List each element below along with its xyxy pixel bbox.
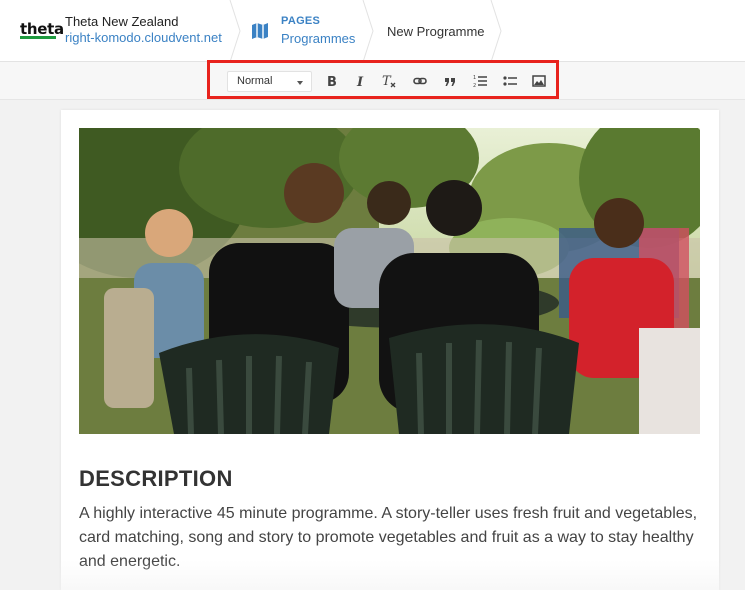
breadcrumb-separator — [362, 0, 374, 62]
breadcrumb-separator — [490, 0, 502, 62]
format-dropdown[interactable]: Normal — [227, 71, 312, 92]
site-url-link[interactable]: right-komodo.cloudvent.net — [65, 30, 222, 45]
clear-format-icon[interactable]: T — [380, 72, 398, 90]
svg-text:2: 2 — [473, 83, 476, 88]
italic-icon[interactable]: I — [352, 72, 370, 90]
breadcrumb-pages[interactable]: PAGES — [281, 15, 320, 27]
top-bar: theta Theta New Zealand right-komodo.clo… — [0, 0, 745, 62]
image-icon[interactable] — [530, 72, 548, 90]
content-card: DESCRIPTION A highly interactive 45 minu… — [61, 110, 719, 590]
quote-icon[interactable] — [441, 72, 459, 90]
programme-photo[interactable] — [79, 128, 700, 434]
svg-text:I: I — [356, 75, 364, 88]
description-text[interactable]: A highly interactive 45 minute programme… — [79, 502, 701, 574]
breadcrumb-current-page: New Programme — [387, 24, 485, 39]
breadcrumb-separator — [229, 0, 241, 62]
bold-icon[interactable]: B — [323, 72, 341, 90]
svg-text:1: 1 — [473, 75, 476, 81]
svg-text:B: B — [327, 75, 337, 88]
chevron-down-icon — [297, 81, 303, 85]
numbered-list-icon[interactable]: 1 2 — [471, 72, 489, 90]
link-icon[interactable] — [411, 72, 429, 90]
svg-text:T: T — [382, 74, 392, 89]
description-heading[interactable]: DESCRIPTION — [79, 466, 233, 492]
bullet-list-icon[interactable] — [501, 72, 519, 90]
map-icon[interactable] — [250, 21, 270, 41]
editor-toolbar: Normal B I T 1 2 — [207, 60, 559, 99]
logo-underline — [20, 36, 56, 39]
breadcrumb-programmes[interactable]: Programmes — [281, 31, 355, 46]
site-name[interactable]: Theta New Zealand — [65, 14, 178, 29]
format-dropdown-value: Normal — [237, 75, 273, 87]
